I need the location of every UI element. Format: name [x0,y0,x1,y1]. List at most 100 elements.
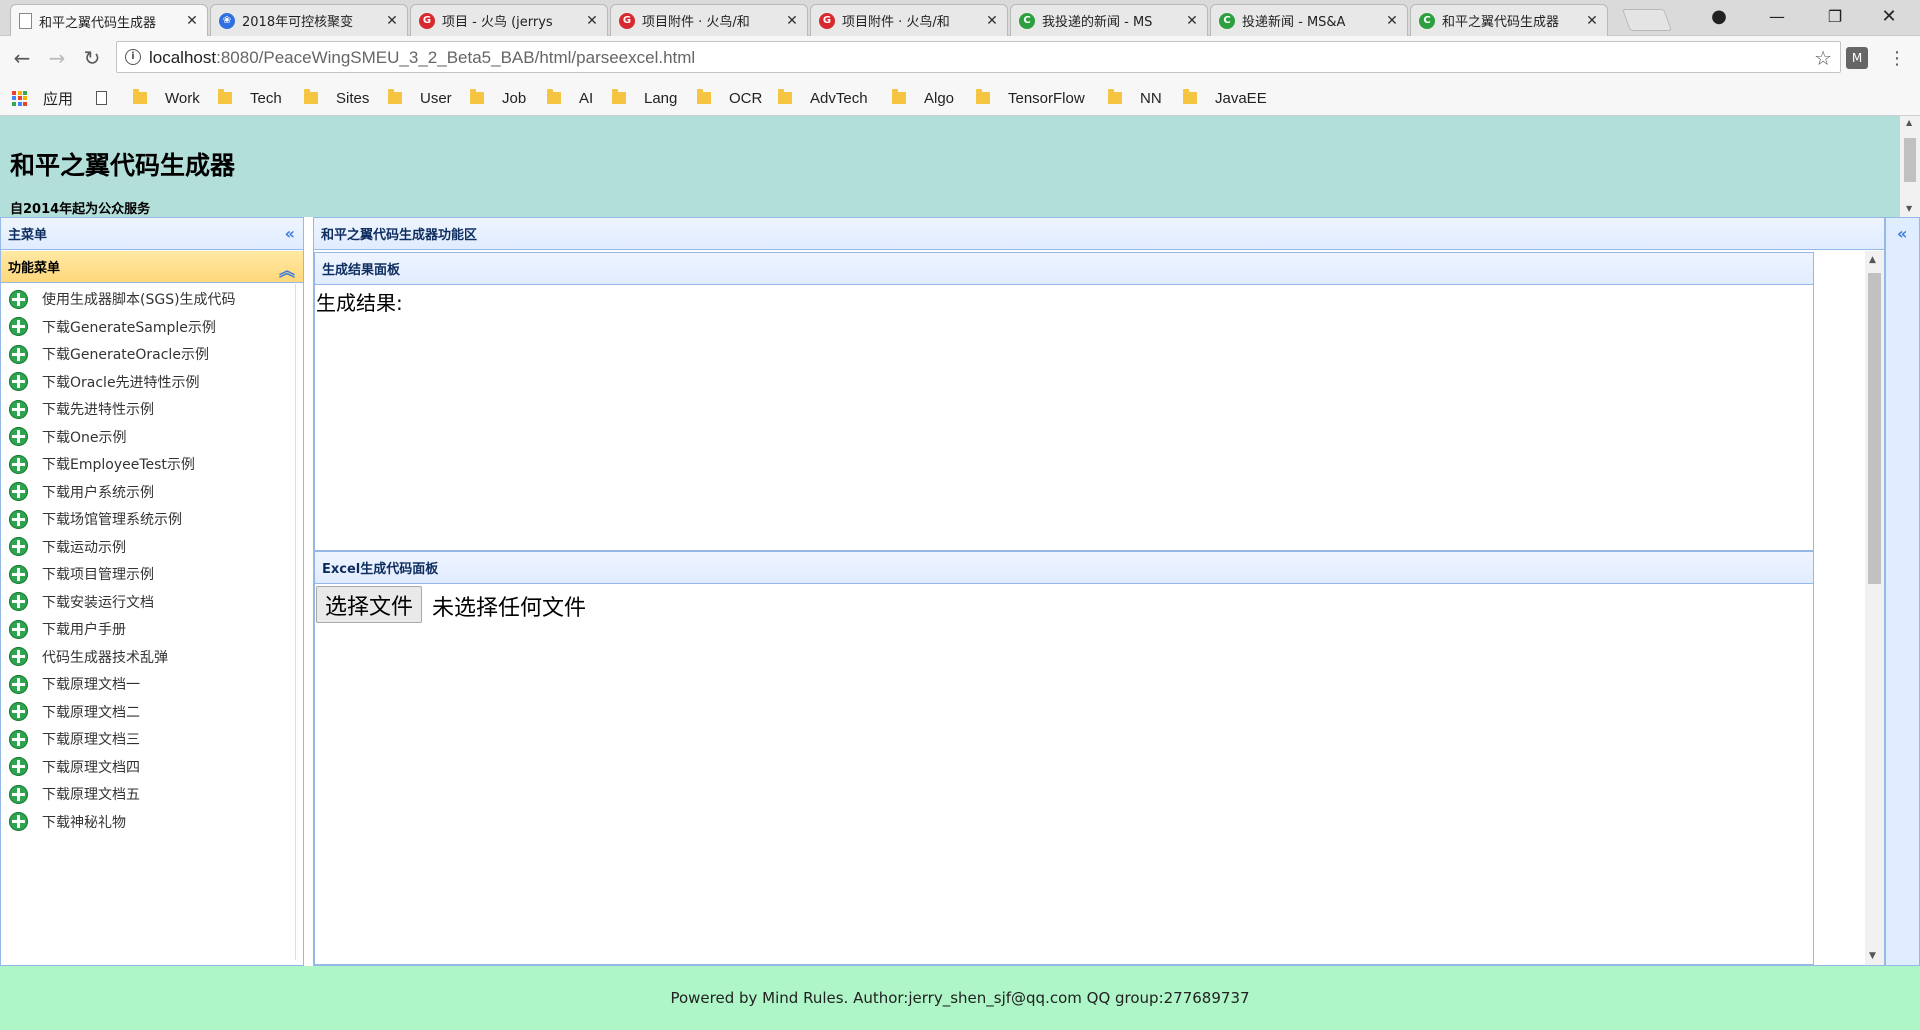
browser-tab[interactable]: C 和平之翼代码生成器 ✕ [1410,4,1608,36]
menu-item[interactable]: 代码生成器技术乱弹 [9,645,168,669]
scrollbar-thumb[interactable] [1868,273,1881,584]
apps-label: 应用 [43,90,74,108]
close-icon[interactable]: ✕ [585,13,599,29]
menu-item[interactable]: 下载项目管理示例 [9,562,154,586]
menu-item[interactable]: 下载EmployeeTest示例 [9,452,195,476]
browser-tab-bar: 和平之翼代码生成器 ✕ ❀ 2018年可控核聚变 ✕ G 项目 - 火鸟 (je… [0,0,1920,37]
bookmark-folder-ai[interactable]: AI [547,88,593,108]
reload-icon[interactable]: ↻ [79,45,105,71]
blank-page-bookmark[interactable] [96,88,107,108]
excel-panel-body: 选择文件 未选择任何文件 [314,584,1814,965]
scroll-down-icon[interactable]: ▼ [1869,951,1876,961]
url-text: localhost:8080/PeaceWingSMEU_3_2_Beta5_B… [149,48,695,68]
bookmark-label: Tech [250,89,282,107]
close-icon[interactable]: ✕ [785,13,799,29]
page-scrollbar[interactable]: ▲ ▼ [1900,116,1920,217]
menu-item[interactable]: 下载原理文档三 [9,727,140,751]
browser-tab[interactable]: G 项目 - 火鸟 (jerrys ✕ [410,4,608,36]
menu-item[interactable]: 下载GenerateSample示例 [9,315,216,339]
address-bar[interactable]: i localhost:8080/PeaceWingSMEU_3_2_Beta5… [116,41,1841,73]
menu-item[interactable]: 下载用户系统示例 [9,480,154,504]
plus-icon [9,784,28,804]
menu-item[interactable]: 下载运动示例 [9,535,126,559]
profile-icon[interactable]: ● [1696,0,1742,32]
folder-icon [133,89,147,104]
info-icon[interactable]: i [125,49,141,65]
bookmarks-bar: 应用 Work Tech Sites User Job AI Lang OCR … [0,80,1920,116]
close-icon[interactable]: ✕ [1185,13,1199,29]
bookmark-folder-ocr[interactable]: OCR [697,88,762,108]
bookmark-folder-nn[interactable]: NN [1108,88,1162,108]
collapse-up-icon[interactable]: ︽ [279,257,295,281]
forward-icon[interactable]: → [44,45,70,71]
new-tab-button[interactable] [1621,9,1673,31]
menu-item[interactable]: 下载神秘礼物 [9,810,126,834]
menu-item[interactable]: 下载GenerateOracle示例 [9,342,209,366]
choose-file-button[interactable]: 选择文件 [316,586,423,623]
menu-item-label: 使用生成器脚本(SGS)生成代码 [42,292,236,308]
menu-item[interactable]: 下载场馆管理系统示例 [9,507,182,531]
cnblogs-icon: C [1419,12,1435,29]
center-scrollbar[interactable]: ▲ ▼ [1865,251,1884,965]
minimize-icon[interactable]: — [1754,0,1800,32]
menu-item[interactable]: 下载One示例 [9,425,127,449]
bookmark-folder-algo[interactable]: Algo [892,88,954,108]
apps-bookmark[interactable]: 应用 [12,88,73,108]
menu-item[interactable]: 下载Oracle先进特性示例 [9,370,200,394]
bookmark-label: TensorFlow [1008,89,1085,107]
menu-item[interactable]: 下载先进特性示例 [9,397,154,421]
menu-item-label: 下载原理文档三 [42,732,140,748]
bookmark-label: OCR [729,89,763,107]
plus-icon [9,592,28,611]
close-icon[interactable]: ✕ [1385,13,1399,29]
bookmark-folder-javaee[interactable]: JavaEE [1183,88,1267,108]
scroll-up-icon[interactable]: ▲ [1869,255,1876,265]
browser-tab[interactable]: C 投递新闻 - MS&A ✕ [1210,4,1408,36]
plus-icon [9,317,28,336]
window-close-icon[interactable]: ✕ [1866,0,1912,32]
menu-item[interactable]: 下载安装运行文档 [9,590,154,614]
scroll-down-icon[interactable]: ▼ [1906,204,1912,213]
bookmark-folder-lang[interactable]: Lang [612,88,677,108]
close-icon[interactable]: ✕ [185,13,199,29]
bookmark-folder-tensorflow[interactable]: TensorFlow [976,88,1085,108]
close-icon[interactable]: ✕ [985,13,999,29]
bookmark-folder-sites[interactable]: Sites [304,88,369,108]
browser-tab[interactable]: C 我投递的新闻 - MS ✕ [1010,4,1208,36]
bookmark-label: Sites [336,89,370,107]
browser-tab[interactable]: G 项目附件 · 火鸟/和 ✕ [810,4,1008,36]
bookmark-folder-tech[interactable]: Tech [218,88,282,108]
bookmark-star-icon[interactable]: ☆ [1814,46,1832,70]
tab-title: 投递新闻 - MS&A [1242,15,1346,30]
baidu-paw-icon: ❀ [219,12,235,29]
browser-tab[interactable]: ❀ 2018年可控核聚变 ✕ [210,4,408,36]
menu-item[interactable]: 下载原理文档二 [9,700,140,724]
bookmark-folder-advtech[interactable]: AdvTech [778,88,868,108]
scroll-up-icon[interactable]: ▲ [1906,118,1912,127]
menu-item[interactable]: 下载原理文档一 [9,672,140,696]
url-host: localhost [149,48,217,67]
menu-item[interactable]: 下载用户手册 [9,617,126,641]
menu-item[interactable]: 使用生成器脚本(SGS)生成代码 [9,287,236,311]
extension-icon[interactable]: M [1846,47,1868,69]
close-icon[interactable]: ✕ [385,13,399,29]
menu-icon[interactable]: ⋮ [1884,45,1910,71]
collapse-left-icon[interactable]: « [285,224,295,243]
bookmark-folder-work[interactable]: Work [133,88,200,108]
bookmark-folder-user[interactable]: User [388,88,452,108]
menu-item-label: 下载One示例 [42,429,127,446]
back-icon[interactable]: ← [9,45,35,71]
expand-left-icon[interactable]: « [1897,224,1907,243]
function-menu-header[interactable]: 功能菜单 ︽ [1,251,303,283]
bookmark-folder-job[interactable]: Job [470,88,526,108]
browser-tab[interactable]: G 项目附件 · 火鸟/和 ✕ [610,4,808,36]
plus-icon [9,454,28,474]
restore-icon[interactable]: ❐ [1812,0,1858,32]
menu-item[interactable]: 下载原理文档四 [9,755,140,779]
close-icon[interactable]: ✕ [1585,13,1599,29]
menu-item-label: 下载原理文档四 [42,759,140,776]
scrollbar-thumb[interactable] [1904,138,1916,182]
browser-tab[interactable]: 和平之翼代码生成器 ✕ [10,4,208,37]
east-panel-collapsed[interactable]: « [1885,217,1920,966]
menu-item[interactable]: 下载原理文档五 [9,782,140,806]
